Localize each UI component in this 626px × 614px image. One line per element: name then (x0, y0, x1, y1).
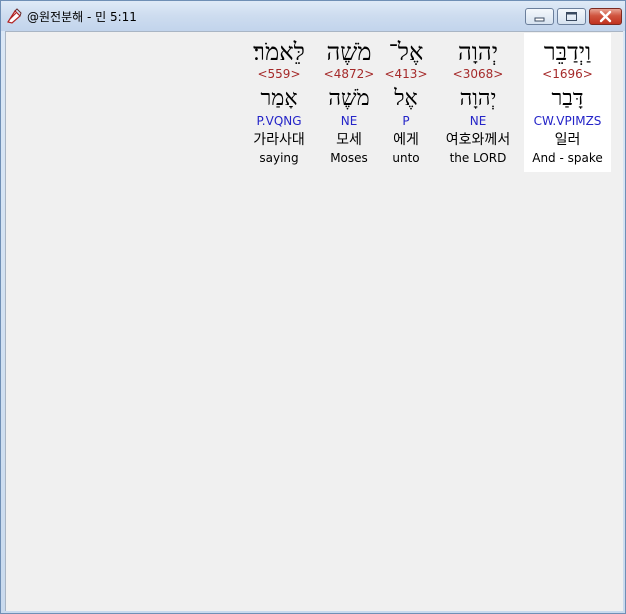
app-window: @원전분해 - 민 5:11 וַיְדַבֵּר <1696> דָּבַר … (0, 0, 626, 614)
close-button[interactable] (589, 8, 622, 25)
window-title: @원전분해 - 민 5:11 (27, 10, 137, 24)
minimize-icon (534, 17, 545, 22)
app-icon[interactable] (6, 8, 22, 24)
minimize-button[interactable] (525, 8, 554, 25)
word-column[interactable]: אֶל־ <413> אֶל P 에게 unto (379, 33, 433, 172)
hebrew-word: לֵּאמֹר׃ (253, 38, 305, 66)
maximize-button[interactable] (557, 8, 586, 25)
hebrew-lemma: דָּבַר (551, 86, 584, 111)
maximize-icon (566, 12, 577, 21)
word-column[interactable]: לֵּאמֹר׃ <559> אָמַר P.VQNG 가라사대 saying (240, 33, 318, 172)
parsing-code: NE (340, 114, 358, 128)
english-gloss: saying (259, 151, 299, 165)
strong-number[interactable]: <3068> (434, 67, 522, 81)
korean-gloss: 여호와께서 (445, 132, 511, 148)
strong-number[interactable]: <559> (240, 67, 318, 81)
hebrew-lemma: מֹשֶׁה (328, 86, 370, 111)
hebrew-lemma: אֶל (394, 86, 418, 111)
interlinear-panel: וַיְדַבֵּר <1696> דָּבַר CW.VPIMZS 일러 An… (5, 31, 623, 611)
korean-gloss: 에게 (393, 132, 419, 148)
close-icon (599, 10, 612, 23)
title-bar[interactable]: @원전분해 - 민 5:11 (1, 1, 625, 31)
hebrew-lemma: אָמַר (260, 86, 298, 111)
english-gloss: unto (392, 151, 420, 165)
hebrew-word: וַיְדַבֵּר (543, 38, 592, 66)
parsing-code: P (402, 114, 410, 128)
word-column[interactable]: מֹשֶׁה <4872> מֹשֶׁה NE 모세 Moses (320, 33, 378, 172)
strong-number[interactable]: <1696> (524, 67, 611, 81)
hebrew-lemma: יְהוָה (459, 86, 497, 111)
hebrew-word: מֹשֶׁה (326, 38, 372, 66)
english-gloss: the LORD (449, 151, 507, 165)
parsing-code: NE (469, 114, 487, 128)
strong-number[interactable]: <413> (379, 67, 433, 81)
korean-gloss: 가라사대 (253, 132, 305, 148)
parsing-code: CW.VPIMZS (533, 114, 602, 128)
word-column[interactable]: וַיְדַבֵּר <1696> דָּבַר CW.VPIMZS 일러 An… (524, 33, 611, 172)
word-column[interactable]: יְהוָה <3068> יְהוָה NE 여호와께서 the LORD (434, 33, 522, 172)
english-gloss: Moses (330, 151, 368, 165)
hebrew-word: אֶל־ (388, 38, 424, 66)
english-gloss: And - spake (532, 151, 603, 165)
korean-gloss: 일러 (554, 132, 581, 148)
korean-gloss: 모세 (336, 132, 362, 148)
hebrew-word: יְהוָה (457, 38, 499, 66)
strong-number[interactable]: <4872> (320, 67, 378, 81)
parsing-code: P.VQNG (256, 114, 302, 128)
